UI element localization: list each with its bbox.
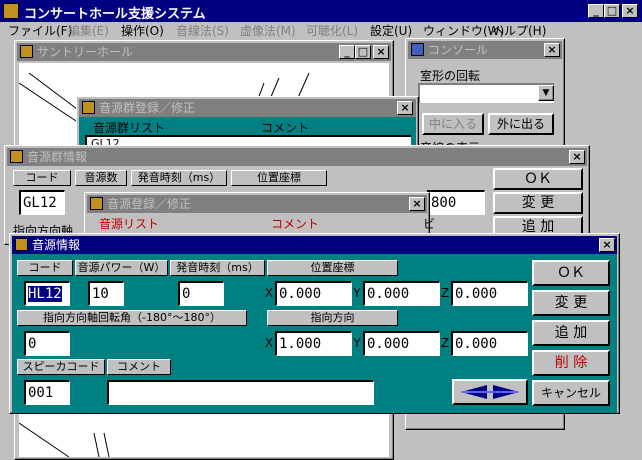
- exit-button[interactable]: 外に出る: [488, 113, 554, 135]
- source-list-label: 音源リスト: [99, 217, 160, 231]
- group-info-close-button[interactable]: ×: [569, 150, 585, 164]
- dir-x-field[interactable]: 1.000: [275, 331, 352, 356]
- hall-window-title: サントリーホール: [37, 45, 134, 59]
- hall-close-button[interactable]: ×: [373, 45, 389, 59]
- pos-z-axis-label: Z: [440, 286, 450, 300]
- source-comment-label: コメント: [271, 217, 320, 231]
- group-ok-button[interactable]: ＯＫ: [493, 168, 583, 190]
- app-title: コンサートホール支援システム: [24, 7, 206, 22]
- source-edit-titlebar: 音源登録／修正 ×: [87, 195, 427, 213]
- power-header: 音源パワー（W）: [75, 260, 168, 276]
- change-button[interactable]: 変 更: [532, 290, 610, 316]
- pos-x-axis-label: X: [264, 286, 274, 300]
- pos-z-field[interactable]: 0.000: [451, 281, 528, 306]
- source-edit-close-button[interactable]: ×: [409, 197, 425, 211]
- source-info-body: コード 音源パワー（W） 発音時刻（ms） 位置座標 HL12 10 0 X 0…: [12, 254, 617, 413]
- source-info-close-button[interactable]: ×: [599, 238, 615, 252]
- source-info-title: 音源情報: [32, 238, 81, 252]
- chevron-down-icon[interactable]: ▼: [538, 85, 554, 101]
- source-info-icon: [15, 238, 28, 251]
- pos-x-field[interactable]: 0.000: [275, 281, 352, 306]
- menu-operation[interactable]: 操作(O): [121, 22, 164, 40]
- group-pos-header: 位置座標: [231, 170, 327, 186]
- app-titlebar: コンサートホール支援システム _ □ ×: [0, 0, 642, 22]
- app-icon: [3, 3, 19, 19]
- hall-window-titlebar: サントリーホール _ □ ×: [17, 43, 391, 61]
- comment-header: コメント: [107, 359, 171, 375]
- ok-button[interactable]: ＯＫ: [532, 260, 610, 286]
- speaker-code-header: スピーカコード: [17, 359, 105, 375]
- dir-y-field[interactable]: 0.000: [363, 331, 440, 356]
- hall-icon: [20, 45, 33, 58]
- minimize-button[interactable]: _: [588, 4, 604, 18]
- menu-file[interactable]: ファイル(F): [8, 22, 72, 40]
- cancel-button[interactable]: キャンセル: [532, 380, 610, 406]
- direction-header: 指向方向: [267, 310, 398, 326]
- position-header: 位置座標: [267, 260, 398, 276]
- group-count-header: 音源数: [75, 170, 127, 186]
- speaker-code-field[interactable]: 001: [24, 380, 70, 405]
- console-icon: [411, 43, 424, 56]
- menu-auralization[interactable]: 可聴化(L): [306, 22, 358, 40]
- console-titlebar: コンソール ×: [408, 41, 562, 59]
- enter-button[interactable]: 中に入る: [422, 113, 484, 135]
- group-info-titlebar: 音源群情報 ×: [7, 148, 587, 166]
- source-edit-title: 音源登録／修正: [107, 197, 192, 211]
- menu-edit[interactable]: 編集(E): [68, 22, 109, 40]
- dir-z-field[interactable]: 0.000: [451, 331, 528, 356]
- group-change-button[interactable]: 変 更: [493, 192, 583, 214]
- dir-y-axis-label: Y: [353, 336, 361, 350]
- group-code-field[interactable]: GL12: [19, 190, 65, 215]
- dir-x-axis-label: X: [264, 336, 274, 350]
- rotation-header: 指向方向軸回転角（-180°～180°）: [17, 310, 247, 326]
- close-button[interactable]: ×: [622, 4, 638, 18]
- group-code-header: コード: [13, 170, 71, 186]
- dir-z-axis-label: Z: [440, 336, 450, 350]
- code-header: コード: [17, 260, 73, 276]
- group-edit-icon: [82, 101, 95, 114]
- group-info-icon: [10, 150, 23, 163]
- code-field[interactable]: HL12: [24, 281, 70, 306]
- source-info-dialog: 音源情報 × コード 音源パワー（W） 発音時刻（ms） 位置座標 HL12 1…: [9, 233, 620, 414]
- group-list-label: 音源群リスト: [93, 121, 166, 135]
- group-edit-titlebar: 音源群登録／修正 ×: [79, 99, 416, 117]
- add-button[interactable]: 追 加: [532, 320, 610, 346]
- console-title: コンソール: [428, 43, 489, 57]
- hall-maximize-button[interactable]: □: [355, 45, 371, 59]
- group-time-header: 発音時刻（ms）: [131, 170, 227, 186]
- sound-preview-button[interactable]: [452, 379, 528, 405]
- rotation-field[interactable]: 0: [24, 331, 70, 356]
- comment-field[interactable]: [107, 380, 374, 405]
- group-pos-field[interactable]: 800: [427, 190, 485, 215]
- group-edit-title: 音源群登録／修正: [99, 101, 196, 115]
- time-header: 発音時刻（ms）: [170, 260, 265, 276]
- group-edit-close-button[interactable]: ×: [397, 101, 413, 115]
- pos-y-axis-label: Y: [353, 286, 361, 300]
- pos-y-field[interactable]: 0.000: [363, 281, 440, 306]
- waveform-icon: [461, 385, 519, 399]
- menu-ray-method[interactable]: 音線法(S): [176, 22, 229, 40]
- delete-button[interactable]: 削 除: [532, 350, 610, 376]
- group-comment-label: コメント: [261, 121, 310, 135]
- source-info-titlebar: 音源情報 ×: [12, 236, 617, 254]
- maximize-button[interactable]: □: [604, 4, 620, 18]
- rotate-select[interactable]: ▼: [418, 83, 554, 103]
- power-field[interactable]: 10: [88, 281, 124, 306]
- source-edit-icon: [90, 197, 103, 210]
- menu-image-method[interactable]: 虚像法(M): [240, 22, 296, 40]
- hall-minimize-button[interactable]: _: [339, 45, 355, 59]
- rotate-label: 室形の回転: [420, 69, 481, 83]
- time-field[interactable]: 0: [178, 281, 224, 306]
- console-close-button[interactable]: ×: [544, 43, 560, 57]
- group-info-title: 音源群情報: [27, 150, 88, 164]
